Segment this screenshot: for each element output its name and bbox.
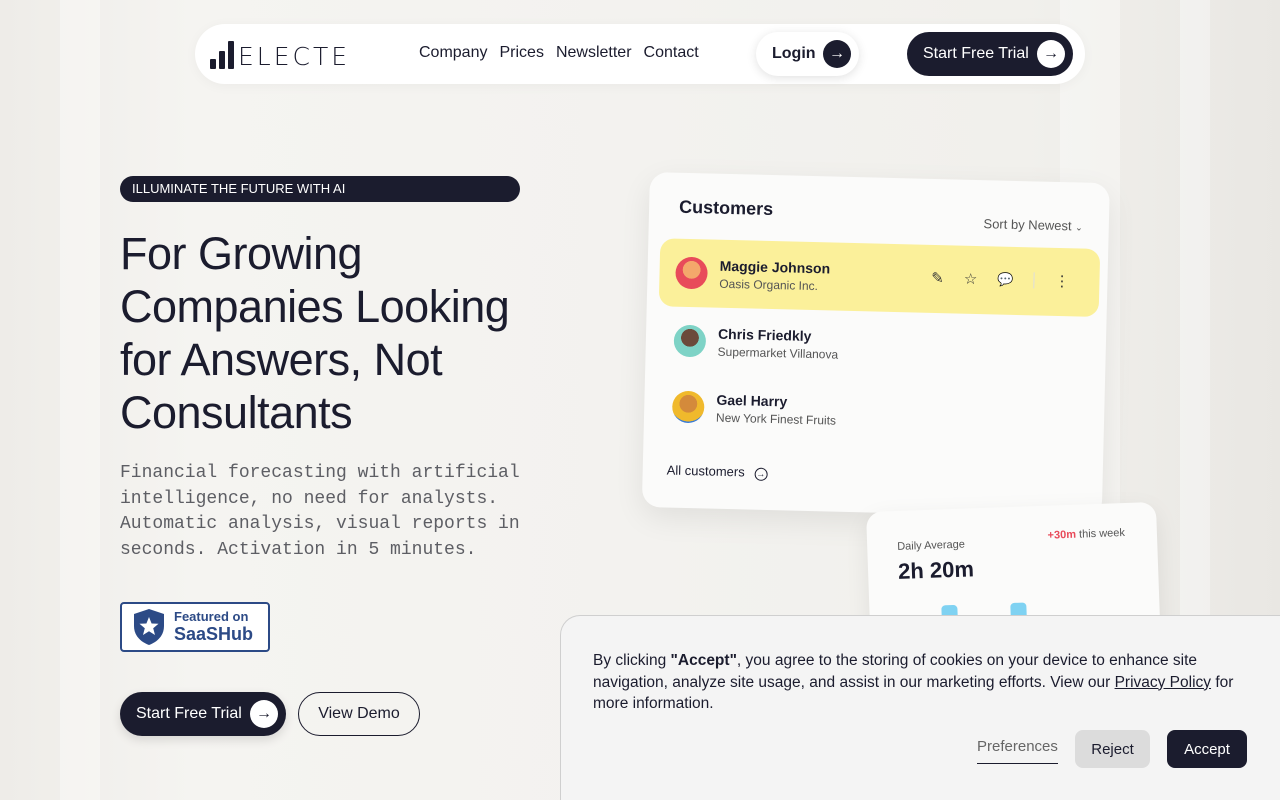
menu-item-newsletter[interactable]: Newsletter (556, 44, 632, 62)
sort-dropdown[interactable]: Sort by Newest ⌄ (983, 216, 1083, 233)
hero-title-line: for Answers, Not (120, 334, 443, 385)
customers-card: Customers Sort by Newest ⌄ Maggie Johnso… (641, 172, 1110, 519)
divider (1033, 272, 1035, 289)
cookie-text-pre: By clicking (593, 652, 671, 669)
delta-value: +30m (1047, 528, 1077, 542)
background-stripe (60, 0, 100, 800)
weekly-delta: +30m this week (1047, 527, 1125, 542)
avatar (673, 324, 707, 358)
customer-name: Maggie Johnson (719, 257, 831, 277)
login-button[interactable]: Login → (756, 32, 859, 76)
hero-title-line: Consultants (120, 387, 353, 438)
star-icon[interactable]: ☆ (964, 270, 978, 288)
view-demo-button[interactable]: View Demo (298, 692, 420, 736)
shield-star-icon (134, 609, 164, 645)
avatar (675, 256, 708, 290)
reject-button[interactable]: Reject (1075, 730, 1150, 768)
hero-description: Financial forecasting with artificial in… (120, 463, 520, 560)
badge-line1: Featured on (174, 609, 249, 624)
chevron-down-icon: ⌄ (1075, 222, 1083, 233)
more-vertical-icon[interactable]: ⋮ (1054, 272, 1069, 290)
top-navbar: ELECTE Company Prices Newsletter Contact… (195, 24, 1085, 84)
customer-company: New York Finest Fruits (715, 410, 837, 428)
hero-trial-label: Start Free Trial (136, 705, 242, 722)
badge-line2: SaaSHub (174, 624, 254, 644)
delta-suffix: this week (1078, 526, 1126, 541)
saashub-badge[interactable]: Featured on SaaSHub (120, 602, 270, 652)
avatar (671, 390, 705, 424)
accept-button[interactable]: Accept (1167, 730, 1247, 768)
logo-bars-icon (210, 41, 234, 69)
customer-name: Gael Harry (716, 391, 788, 410)
row-actions: ✎ ☆ 💬 ⋮ (931, 269, 1070, 290)
hero-title: For Growing Companies Looking for Answer… (120, 227, 540, 439)
hero-title-line: Companies Looking (120, 281, 510, 332)
edit-pencil-icon[interactable]: ✎ (931, 269, 944, 287)
daily-average-label: Daily Average (897, 538, 966, 553)
electe-logo[interactable]: ELECTE (210, 39, 350, 69)
login-label: Login (772, 45, 816, 62)
logo-text: ELECTE (238, 42, 351, 71)
arrow-right-icon: → (823, 40, 851, 68)
hero-tagline: ILLUMINATE THE FUTURE WITH AI (120, 176, 520, 202)
comment-icon[interactable]: 💬 (997, 272, 1014, 288)
menu-item-contact[interactable]: Contact (644, 44, 699, 62)
main-menu: Company Prices Newsletter Contact (419, 44, 699, 62)
menu-item-prices[interactable]: Prices (499, 44, 543, 62)
customers-title: Customers (678, 196, 774, 220)
cookie-accept-quote: "Accept" (670, 652, 737, 669)
sort-label: Sort by Newest (983, 216, 1072, 234)
cookie-message: By clicking "Accept", you agree to the s… (593, 650, 1243, 715)
preferences-button[interactable]: Preferences (977, 738, 1058, 764)
customer-company: Oasis Organic Inc. (719, 276, 819, 294)
nav-start-trial-button[interactable]: Start Free Trial → (907, 32, 1073, 76)
customer-row[interactable]: Gael Harry New York Finest Fruits (655, 372, 1097, 451)
customer-name: Chris Friedkly (717, 325, 812, 344)
daily-average-value: 2h 20m (897, 556, 975, 584)
nav-trial-label: Start Free Trial (923, 45, 1029, 62)
arrow-right-icon: → (1037, 40, 1065, 68)
customer-company: Supermarket Villanova (717, 344, 839, 362)
all-customers-link[interactable]: All customers → (666, 462, 768, 481)
menu-item-company[interactable]: Company (419, 44, 487, 62)
arrow-right-circle-icon: → (754, 467, 768, 481)
hero-start-trial-button[interactable]: Start Free Trial → (120, 692, 286, 736)
arrow-right-icon: → (250, 700, 278, 728)
all-customers-label: All customers (666, 462, 745, 480)
cookie-consent-banner: By clicking "Accept", you agree to the s… (560, 615, 1280, 800)
hero-title-line: For Growing (120, 228, 363, 279)
privacy-policy-link[interactable]: Privacy Policy (1115, 674, 1211, 691)
customer-row[interactable]: Maggie Johnson Oasis Organic Inc. ✎ ☆ 💬 … (658, 238, 1101, 318)
